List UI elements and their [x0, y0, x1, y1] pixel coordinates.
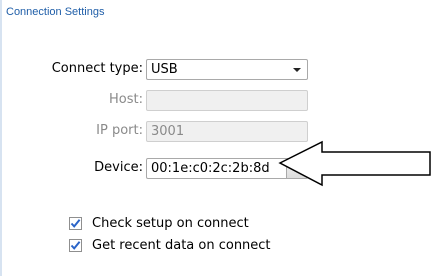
check-setup-on-connect[interactable]: Check setup on connect — [69, 215, 249, 231]
get-recent-data-on-connect[interactable]: Get recent data on connect — [69, 237, 271, 253]
checkbox-checked-icon[interactable] — [69, 238, 82, 252]
get-recent-data-label: Get recent data on connect — [92, 237, 271, 253]
checkbox-checked-icon[interactable] — [69, 216, 82, 230]
annotation-arrow-icon — [278, 140, 431, 187]
check-setup-label: Check setup on connect — [92, 215, 249, 231]
